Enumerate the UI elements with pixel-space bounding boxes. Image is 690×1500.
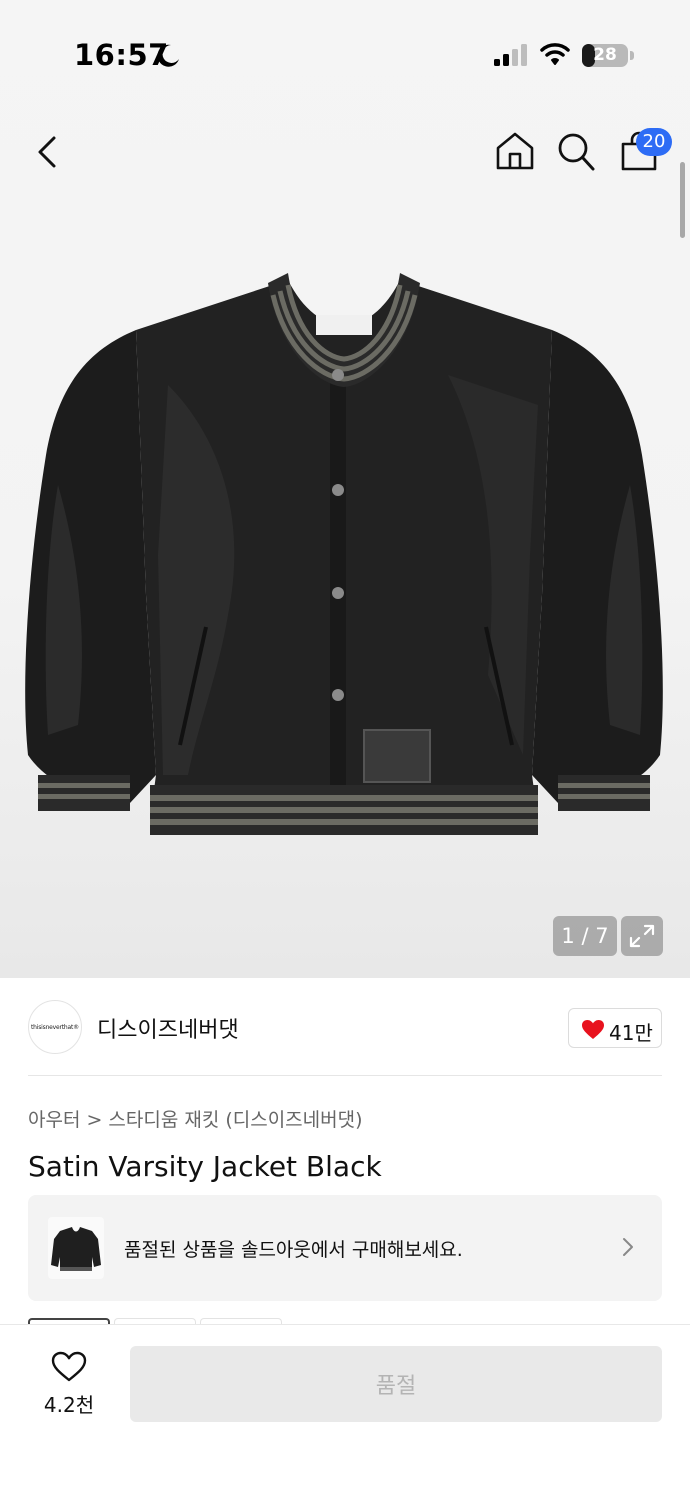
back-icon[interactable]	[30, 132, 66, 172]
breadcrumb-separator: >	[86, 1109, 103, 1131]
home-icon[interactable]	[494, 130, 536, 172]
product-image[interactable]	[18, 255, 670, 845]
cart-count-badge: 20	[636, 128, 672, 156]
soldout-buy-button[interactable]: 품절	[130, 1346, 662, 1422]
breadcrumb: 아우터 > 스타디움 재킷 (디스이즈네버댓)	[28, 1105, 363, 1132]
brand-logo-text: thisisneverthat®	[31, 1024, 79, 1031]
search-icon[interactable]	[556, 130, 596, 172]
battery-level: 28	[593, 45, 617, 65]
wishlist-button[interactable]: 4.2천	[34, 1349, 104, 1421]
breadcrumb-subcategory[interactable]: 스타디움 재킷 (디스이즈네버댓)	[108, 1109, 362, 1131]
battery-nub	[630, 51, 634, 60]
cellular-signal-icon	[494, 44, 527, 66]
brand-row[interactable]: thisisneverthat® 디스이즈네버댓 41만	[0, 978, 690, 1076]
bottom-action-bar: 4.2천 품절	[0, 1324, 690, 1500]
heart-filled-icon	[582, 1020, 604, 1039]
scrollbar[interactable]	[680, 162, 685, 238]
moon-icon	[157, 44, 179, 67]
expand-image-button[interactable]	[621, 916, 663, 956]
expand-icon	[629, 924, 655, 948]
brand-like-button[interactable]: 41만	[568, 1008, 662, 1048]
heart-outline-icon	[51, 1351, 87, 1382]
breadcrumb-category[interactable]: 아우터	[28, 1109, 80, 1131]
soldout-thumbnail	[48, 1217, 104, 1279]
product-title: Satin Varsity Jacket Black	[28, 1150, 382, 1183]
status-bar: 16:57 28	[0, 0, 690, 110]
soldout-banner[interactable]: 품절된 상품을 솔드아웃에서 구매해보세요.	[28, 1195, 662, 1301]
image-counter: 1 / 7	[553, 916, 617, 956]
soldout-banner-text: 품절된 상품을 솔드아웃에서 구매해보세요.	[124, 1239, 463, 1261]
brand-name[interactable]: 디스이즈네버댓	[97, 1012, 239, 1044]
wifi-icon	[540, 43, 570, 65]
top-nav	[0, 110, 690, 200]
brand-logo[interactable]: thisisneverthat®	[28, 1000, 82, 1054]
divider	[28, 1075, 662, 1076]
wishlist-count: 4.2천	[43, 1393, 95, 1417]
brand-like-count: 41만	[609, 1021, 653, 1045]
battery-indicator: 28	[582, 44, 628, 67]
chevron-right-icon	[623, 1238, 633, 1256]
